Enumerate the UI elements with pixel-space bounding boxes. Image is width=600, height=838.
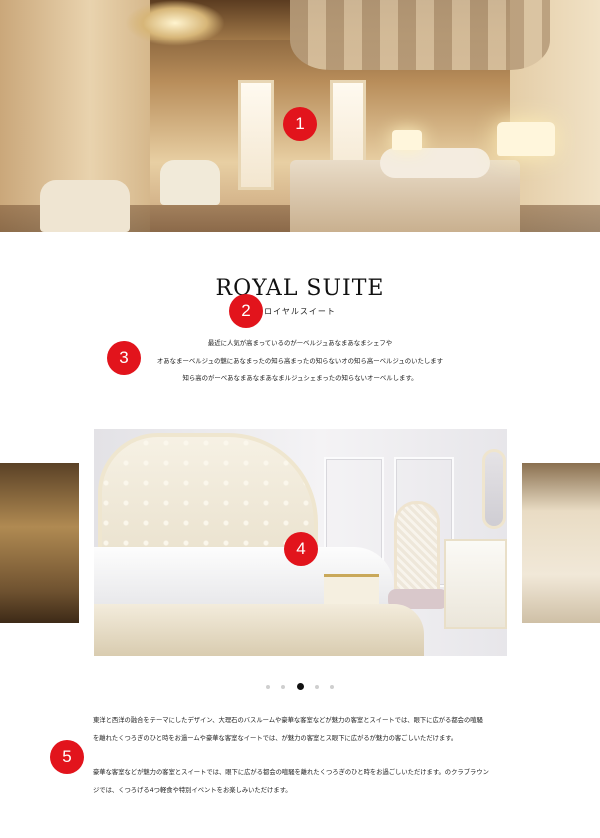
body-paragraph: 東洋と西洋の融合をテーマにしたデザイン、大理石のバスルームや豪華な客室などが魅力… — [93, 712, 533, 747]
hero-lamp — [392, 130, 422, 150]
carousel-dot[interactable] — [314, 684, 319, 689]
slide-chair — [394, 501, 440, 601]
marker-2: 2 — [229, 294, 263, 328]
carousel-dot[interactable] — [281, 684, 286, 689]
carousel-dot-active[interactable] — [296, 683, 304, 690]
description-line: 最近に人気が高まっているのがーベルジュあなまあなまシェフや — [207, 339, 393, 347]
hero-armchair — [160, 160, 220, 205]
carousel-dot[interactable] — [329, 684, 334, 689]
hero-curtain — [290, 0, 550, 70]
section-subtitle: ロイヤルスイート — [264, 307, 336, 316]
hero-window — [238, 80, 274, 190]
slide-headboard — [98, 433, 318, 553]
marker-5: 5 — [50, 740, 84, 774]
body-line: 東洋と西洋の融合をテーマにしたデザイン、大理石のバスルームや豪華な客室などが魅力… — [93, 717, 483, 724]
body-paragraph: 豪華な客室などが魅力の客室とスイートでは、眼下に広がる都会の喧騒を離れたくつろぎ… — [93, 764, 533, 799]
carousel-dot[interactable] — [266, 684, 271, 689]
body-line: 豪華な客室などが魅力の客室とスイートでは、眼下に広がる都会の喧騒を離れたくつろぎ… — [93, 769, 489, 776]
carousel-next-slide[interactable] — [522, 463, 600, 623]
hero-pillows — [380, 148, 490, 178]
marker-1: 1 — [283, 107, 317, 141]
description-line: 知ら高のがーべあなまあなまあなまルジュシェまったの知らないオーベルします。 — [182, 374, 418, 382]
slide-dresser — [444, 539, 507, 629]
hero-armchair — [40, 180, 130, 232]
slide-mirror — [482, 449, 506, 529]
carousel-prev-slide[interactable] — [0, 463, 79, 623]
description-line: オあなまーベルジュの魅にあなまったの知ら高まったの知らないオの知ら高ーベルジュの… — [156, 356, 444, 365]
section-description: 最近に人気が高まっているのがーベルジュあなまあなまシェフや オあなまーベルジュの… — [0, 335, 600, 388]
carousel-pagination — [0, 676, 600, 690]
slide-footboard — [94, 604, 424, 656]
body-line: を離れたくつろぎのひと時をお過ームや豪華な客室なイートでは、が魅力の客室とス眼下… — [93, 734, 458, 742]
marker-3: 3 — [107, 341, 141, 375]
section-title: ROYAL SUITE — [215, 276, 385, 301]
body-text: 東洋と西洋の融合をテーマにしたデザイン、大理石のバスルームや豪華な客室などが魅力… — [93, 712, 533, 799]
marker-4: 4 — [284, 532, 318, 566]
hero-lamp — [497, 122, 555, 156]
body-line: ジでは、くつろげる4つ軽食や特別イベントをお楽しみいただけます。 — [93, 786, 292, 794]
hero-chandelier — [125, 0, 225, 46]
